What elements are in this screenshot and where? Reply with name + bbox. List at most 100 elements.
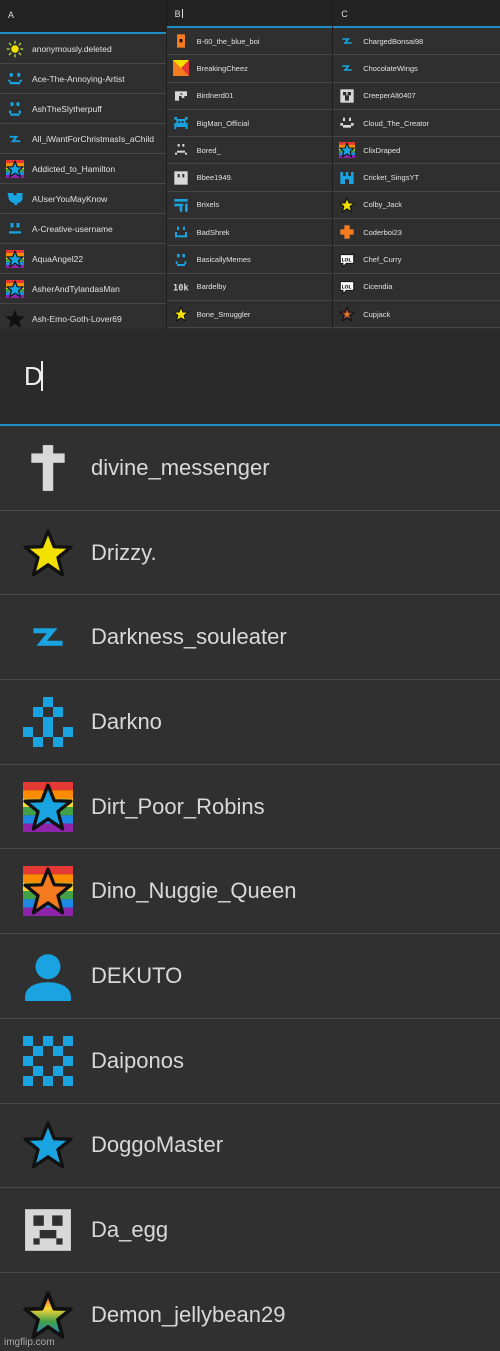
user-row[interactable]: CreeperAlt0407 [333,83,500,110]
user-name: Bardelby [196,282,227,292]
user-row[interactable]: Addicted_to_Hamilton [0,154,166,184]
user-name: B-60_the_blue_boi [196,36,260,46]
user-row[interactable]: Cupjack [333,301,500,329]
user-row[interactable]: ChocolateWings [333,55,500,83]
pyramid-icon [23,696,73,747]
result-item[interactable]: divine_messenger [0,426,500,511]
user-row[interactable]: ChargedBonsai98 [333,28,500,56]
svg-text:LOL: LOL [342,284,352,290]
user-row[interactable]: LOL Chef_Curry [333,246,500,274]
10k-icon: 10k [173,279,189,295]
user-row[interactable]: Bbee1949. [166,164,333,192]
result-item[interactable]: DEKUTO [0,934,500,1019]
result-name: divine_messenger [91,454,270,480]
user-row[interactable]: LOL Cicendia [333,274,500,301]
user-name: Bbee1949. [196,173,233,183]
user-row[interactable]: BreakingCheez [166,55,333,83]
yellow-star-icon [339,197,356,213]
watermark: imgflip.com [4,1337,55,1348]
user-name: Colby_Jack [363,200,402,210]
user-row[interactable]: Birdnerd01 [166,83,333,110]
sad-face-icon [173,142,189,158]
result-name: Da_egg [91,1217,169,1243]
result-name: DEKUTO [91,962,183,988]
user-name: ClixDraped [363,145,401,155]
lightning-icon [339,60,355,76]
result-item[interactable]: DoggoMaster [0,1103,500,1189]
result-name: Darkno [91,708,162,734]
rainbow-star-icon [6,279,24,298]
black-star-icon [6,310,24,328]
block-face-icon [173,170,189,186]
user-row[interactable]: AquaAngel22 [0,244,166,274]
svg-text:LOL: LOL [342,257,352,263]
orange-door-icon [173,33,189,49]
result-item[interactable]: Da_egg [0,1188,500,1273]
user-name: Bone_Smuggler [196,309,251,319]
user-row[interactable]: BadShrek [166,219,333,247]
user-row[interactable]: Ace-The-Annoying-Artist [0,64,166,94]
user-row[interactable]: Bone_Smuggler [166,301,333,329]
top-user-columns: A anonymously.deleted Ace-The-Annoying-Ar… [0,0,500,329]
user-row[interactable]: AsherAndTylandasMan [0,274,166,304]
dark-star-icon [339,306,356,323]
rainbow-star-icon [6,159,24,178]
result-name: Daiponos [91,1047,184,1073]
user-row[interactable]: Bored_ [166,137,333,165]
result-item[interactable]: Darkno [0,680,500,765]
user-name: Cupjack [363,309,391,319]
orange-cross-icon [339,224,355,240]
face-icon [6,100,24,118]
lol-icon: LOL [339,252,355,268]
rainbow-star-icon [339,142,356,159]
bird-icon [173,88,189,104]
search-input[interactable]: D [0,329,500,426]
user-name: AshTheSlytherpuff [32,103,102,114]
result-name: Demon_jellybean29 [91,1301,286,1327]
user-name: AUserYouMayKnow [32,193,108,204]
user-row[interactable]: Coderboi23 [333,219,500,247]
lightning-icon [339,33,355,49]
column-a-header: A [0,0,166,34]
blue-star-icon [23,1120,73,1170]
user-row[interactable]: Colby_Jack [333,192,500,220]
result-item[interactable]: Demon_jellybean29 [0,1272,500,1351]
user-row[interactable]: 10k Bardelby [166,274,333,301]
result-item[interactable]: Daiponos [0,1018,500,1104]
user-row[interactable]: ClixDraped [333,137,500,165]
user-row[interactable]: AUserYouMayKnow [0,184,166,214]
user-name: BreakingCheez [196,63,248,73]
result-item[interactable]: Darkness_souleater [0,595,500,681]
result-item[interactable]: Drizzy. [0,510,500,596]
lightning-icon [23,612,73,662]
result-item[interactable]: Dirt_Poor_Robins [0,764,500,850]
user-row[interactable]: Brixels [166,192,333,220]
skull-icon [23,1205,73,1255]
user-name: AquaAngel22 [32,253,84,264]
user-row[interactable]: anonymously.deleted [0,34,166,64]
user-row[interactable]: AshTheSlytherpuff [0,94,166,124]
diamond-ring-icon [23,1035,73,1086]
result-name: Drizzy. [91,539,157,565]
user-row[interactable]: Ash-Emo-Goth-Lover69 [0,304,166,329]
user-row[interactable]: A-Creative-username [0,214,166,244]
user-row[interactable]: BasicallyMemes [166,246,333,274]
person-icon [23,951,73,1001]
user-name: BasicallyMemes [196,255,251,265]
user-row[interactable]: BigMan_Official [166,110,333,138]
user-row[interactable]: B-60_the_blue_boi [166,28,333,56]
user-row[interactable]: All_iWantForChristmasIs_aChild [0,124,166,154]
eyes-face-icon [6,220,24,238]
lightning-icon [6,130,24,148]
rainbow-blue-star-icon [23,781,73,832]
user-row[interactable]: Cricket_SingsYT [333,164,500,192]
user-name: Cicendia [363,282,393,292]
user-row[interactable]: Cloud_The_Creator [333,110,500,138]
user-name: Addicted_to_Hamilton [32,163,116,174]
column-c: C ChargedBonsai98 ChocolateWings CreeperAl… [333,0,500,329]
column-a: A anonymously.deleted Ace-The-Annoying-Ar… [0,0,167,329]
column-b-search[interactable]: B [166,0,333,28]
user-name: Ace-The-Annoying-Artist [32,73,125,84]
user-name: Chef_Curry [363,255,402,265]
result-item[interactable]: Dino_Nuggie_Queen [0,849,500,935]
